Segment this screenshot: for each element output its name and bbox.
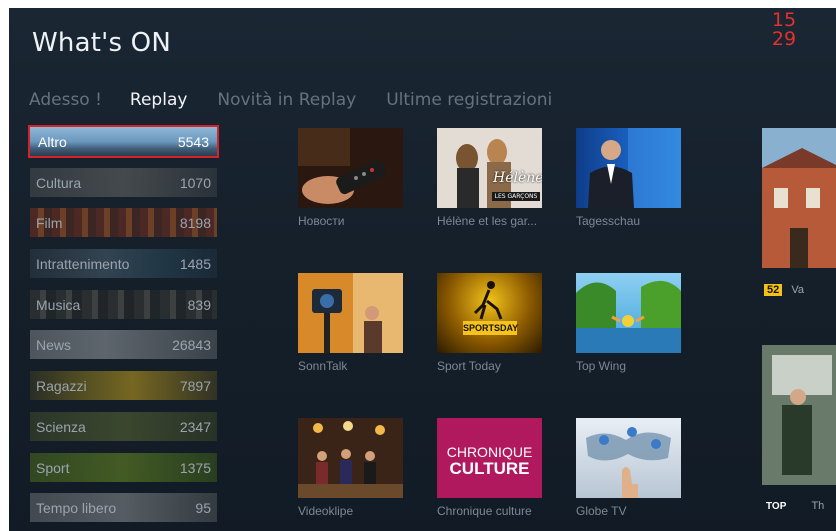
sportsday-logo-text: SPORTSDAY [463, 321, 519, 335]
category-item-tempo-libero[interactable]: Tempo libero 95 [28, 491, 219, 524]
category-count: 7897 [179, 378, 211, 395]
helene-subtitle-text: LES GARÇONS [492, 192, 540, 201]
cartoon-island-image [576, 280, 681, 353]
program-title: Hélène et les gar... [437, 214, 538, 228]
program-tile-videoklipe[interactable]: Videoklipe [298, 418, 403, 518]
tab-bar: Adesso ! Replay Novità in Replay Ultime … [29, 90, 582, 110]
program-tile-tagesschau[interactable]: Tagesschau [576, 128, 681, 228]
remote-control-image [298, 128, 403, 208]
hospital-scene-image [762, 345, 836, 485]
side-caption-1: 52 Va [764, 284, 804, 296]
category-item-sport[interactable]: Sport 1375 [28, 451, 219, 484]
program-thumbnail [576, 128, 681, 208]
side-title-fragment: Th [811, 500, 825, 512]
category-item-news[interactable]: News 26843 [28, 328, 219, 361]
side-caption-2: TOP Th [766, 500, 824, 512]
village-house-image [762, 128, 836, 268]
tab-adesso[interactable]: Adesso ! [29, 90, 102, 110]
helene-logo-text: Hélène [493, 170, 542, 186]
program-thumbnail [298, 273, 403, 353]
tab-ultime-registrazioni[interactable]: Ultime registrazioni [386, 90, 552, 110]
program-title: Videoklipe [298, 504, 354, 518]
side-tile-village[interactable] [762, 128, 836, 268]
category-label: Scienza [36, 418, 86, 435]
clock: 15 29 [769, 11, 799, 49]
program-thumbnail [576, 418, 681, 498]
program-title: Tagesschau [576, 214, 641, 228]
page-title: What's ON [32, 28, 171, 58]
category-label: News [36, 337, 72, 354]
category-label: Sport [36, 459, 70, 476]
news-anchor-image [588, 128, 681, 208]
runner-silhouette-icon [473, 281, 503, 320]
program-title: SonnTalk [298, 359, 348, 373]
category-count: 95 [195, 500, 211, 517]
program-tile-chronique-culture[interactable]: CHRONIQUE CULTURE Chronique culture [437, 418, 542, 518]
program-thumbnail: CHRONIQUE CULTURE [437, 418, 542, 498]
program-tile-globe-tv[interactable]: Globe TV [576, 418, 681, 518]
program-tile-helene[interactable]: Hélène LES GARÇONS Hélène et les gar... [437, 128, 542, 228]
program-tile-sport-today[interactable]: SPORTSDAY Sport Today [437, 273, 542, 373]
category-count: 1375 [179, 459, 211, 476]
program-thumbnail [576, 273, 681, 353]
tab-replay[interactable]: Replay [130, 90, 188, 110]
category-item-altro[interactable]: Altro 5543 [28, 125, 219, 158]
side-title-fragment: Va [791, 284, 804, 296]
category-label: Musica [36, 296, 81, 313]
category-item-musica[interactable]: Musica 839 [28, 288, 219, 321]
category-item-film[interactable]: Film 8198 [28, 206, 219, 239]
category-item-scienza[interactable]: Scienza 2347 [28, 410, 219, 443]
category-item-cultura[interactable]: Cultura 1070 [28, 166, 219, 199]
program-title: Top Wing [576, 359, 627, 373]
program-title: Globe TV [576, 504, 627, 518]
category-list: Altro 5543 Cultura 1070 Film 8198 Intrat… [28, 125, 219, 531]
program-thumbnail: SPORTSDAY [437, 273, 542, 353]
category-item-ragazzi[interactable]: Ragazzi 7897 [28, 369, 219, 402]
category-count: 839 [187, 296, 211, 313]
band-performance-image [298, 418, 403, 498]
category-count: 2347 [179, 418, 211, 435]
category-count: 1485 [179, 256, 211, 273]
category-count: 26843 [172, 337, 211, 354]
category-count: 1070 [179, 174, 211, 191]
program-thumbnail: Hélène LES GARÇONS [437, 128, 542, 208]
category-label: Cultura [36, 174, 82, 191]
channel-badge: TOP [766, 501, 787, 512]
program-title: Новости [298, 214, 345, 228]
program-thumbnail [298, 418, 403, 498]
world-map-hand-image [586, 427, 671, 498]
channel-badge: 52 [764, 284, 783, 296]
program-thumbnail [298, 128, 403, 208]
chronique-logo-line2: CULTURE [449, 459, 530, 478]
talk-show-camera-image [298, 273, 403, 353]
category-count: 8198 [179, 215, 211, 232]
chronique-logo-line1: CHRONIQUE [446, 444, 533, 460]
category-label: Film [36, 215, 63, 232]
category-label: Altro [38, 134, 67, 150]
program-title: Chronique culture [437, 504, 532, 518]
tab-novita-in-replay[interactable]: Novità in Replay [217, 90, 356, 110]
category-count: 5543 [177, 134, 209, 150]
category-label: Intrattenimento [36, 256, 130, 273]
program-tile-novosti[interactable]: Новости [298, 128, 403, 228]
program-tile-sonntalk[interactable]: SonnTalk [298, 273, 403, 373]
category-label: Tempo libero [36, 500, 117, 517]
side-tile-topcrime[interactable] [762, 345, 836, 485]
program-title: Sport Today [437, 359, 501, 373]
whats-on-screen: What's ON 15 29 Adesso ! Replay Novità i… [9, 8, 836, 531]
category-label: Ragazzi [36, 378, 87, 395]
category-item-intrattenimento[interactable]: Intrattenimento 1485 [28, 247, 219, 280]
clock-minutes: 29 [771, 28, 797, 50]
program-tile-top-wing[interactable]: Top Wing [576, 273, 681, 373]
